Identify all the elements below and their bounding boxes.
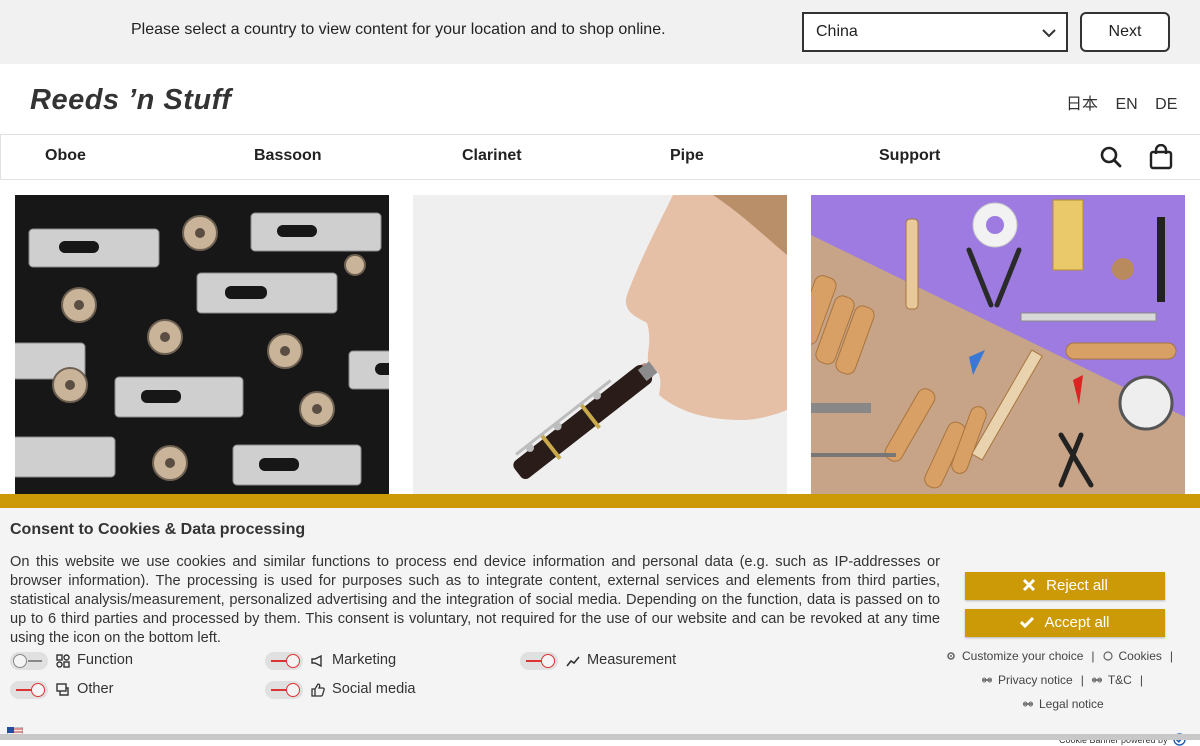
accept-all-button[interactable]: Accept all (965, 609, 1165, 637)
language-switcher: 日本 EN DE (1066, 90, 1177, 114)
country-message: Please select a country to view content … (131, 21, 666, 38)
thumbs-up-icon (311, 683, 325, 697)
chart-icon (566, 656, 580, 667)
close-icon (1023, 578, 1036, 592)
lang-ja[interactable]: 日本 (1066, 96, 1098, 113)
toggle-other[interactable] (10, 681, 48, 699)
cookie-description: On this website we use cookies and simil… (10, 554, 940, 646)
option-label-other: Other (77, 681, 114, 697)
country-select[interactable]: China (802, 12, 1068, 52)
toggle-function[interactable] (10, 652, 48, 670)
toggle-social-media[interactable] (265, 681, 303, 699)
cookie-links-row-3: Legal notice (1023, 697, 1104, 711)
nav-item-support[interactable]: Support (879, 147, 940, 165)
country-select-value: China (816, 23, 858, 40)
cookie-links-row-2: Privacy notice | T&C | (982, 673, 1151, 687)
cookie-title: Consent to Cookies & Data processing (10, 521, 306, 538)
option-label-function: Function (77, 652, 133, 668)
function-icon (56, 654, 70, 668)
option-label-marketing: Marketing (332, 652, 397, 668)
megaphone-icon (311, 654, 322, 668)
tile-reed-tools-image[interactable] (811, 195, 1185, 495)
chevron-down-icon (1042, 29, 1056, 38)
nav-item-bassoon[interactable]: Bassoon (254, 147, 322, 165)
privacy-link[interactable]: Privacy notice (998, 673, 1073, 687)
lang-de[interactable]: DE (1155, 96, 1177, 113)
tc-link[interactable]: T&C (1108, 673, 1132, 687)
legal-link[interactable]: Legal notice (1039, 697, 1104, 711)
cookies-link[interactable]: Cookies (1119, 649, 1162, 663)
link-icon (982, 677, 992, 683)
tile-staples-image[interactable] (15, 195, 389, 495)
gear-icon (947, 652, 955, 660)
cookie-links-row-1: Customize your choice | Cookies | (946, 649, 1181, 663)
lang-en[interactable]: EN (1115, 96, 1137, 113)
link-icon (1023, 701, 1033, 707)
cookie-consent-banner: Consent to Cookies & Data processing On … (0, 494, 1200, 746)
bottom-strip (0, 734, 1200, 740)
shopping-bag-icon[interactable] (1148, 144, 1174, 170)
reject-all-button[interactable]: Reject all (965, 572, 1165, 600)
option-label-measurement: Measurement (587, 652, 677, 668)
tile-oboe-player-image[interactable] (413, 195, 787, 495)
link-icon (1091, 677, 1102, 683)
nav-item-pipe[interactable]: Pipe (670, 147, 704, 165)
accept-all-label: Accept all (1044, 614, 1110, 631)
toggle-marketing[interactable] (265, 652, 303, 670)
site-logo[interactable]: Reeds ’n Stuff (30, 84, 231, 117)
cookie-icon (1102, 651, 1113, 661)
search-icon[interactable] (1098, 144, 1124, 170)
check-icon (1020, 616, 1035, 629)
chat-icon (56, 683, 69, 696)
next-button[interactable]: Next (1080, 12, 1170, 52)
nav-item-oboe[interactable]: Oboe (45, 147, 86, 165)
toggle-measurement[interactable] (520, 652, 558, 670)
customize-link[interactable]: Customize your choice (962, 649, 1083, 663)
option-label-social-media: Social media (332, 681, 416, 697)
country-selection-bar: Please select a country to view content … (0, 0, 1200, 64)
reject-all-label: Reject all (1046, 577, 1108, 594)
nav-item-clarinet[interactable]: Clarinet (462, 147, 522, 165)
main-navigation: Oboe Bassoon Clarinet Pipe Support (0, 134, 1200, 180)
